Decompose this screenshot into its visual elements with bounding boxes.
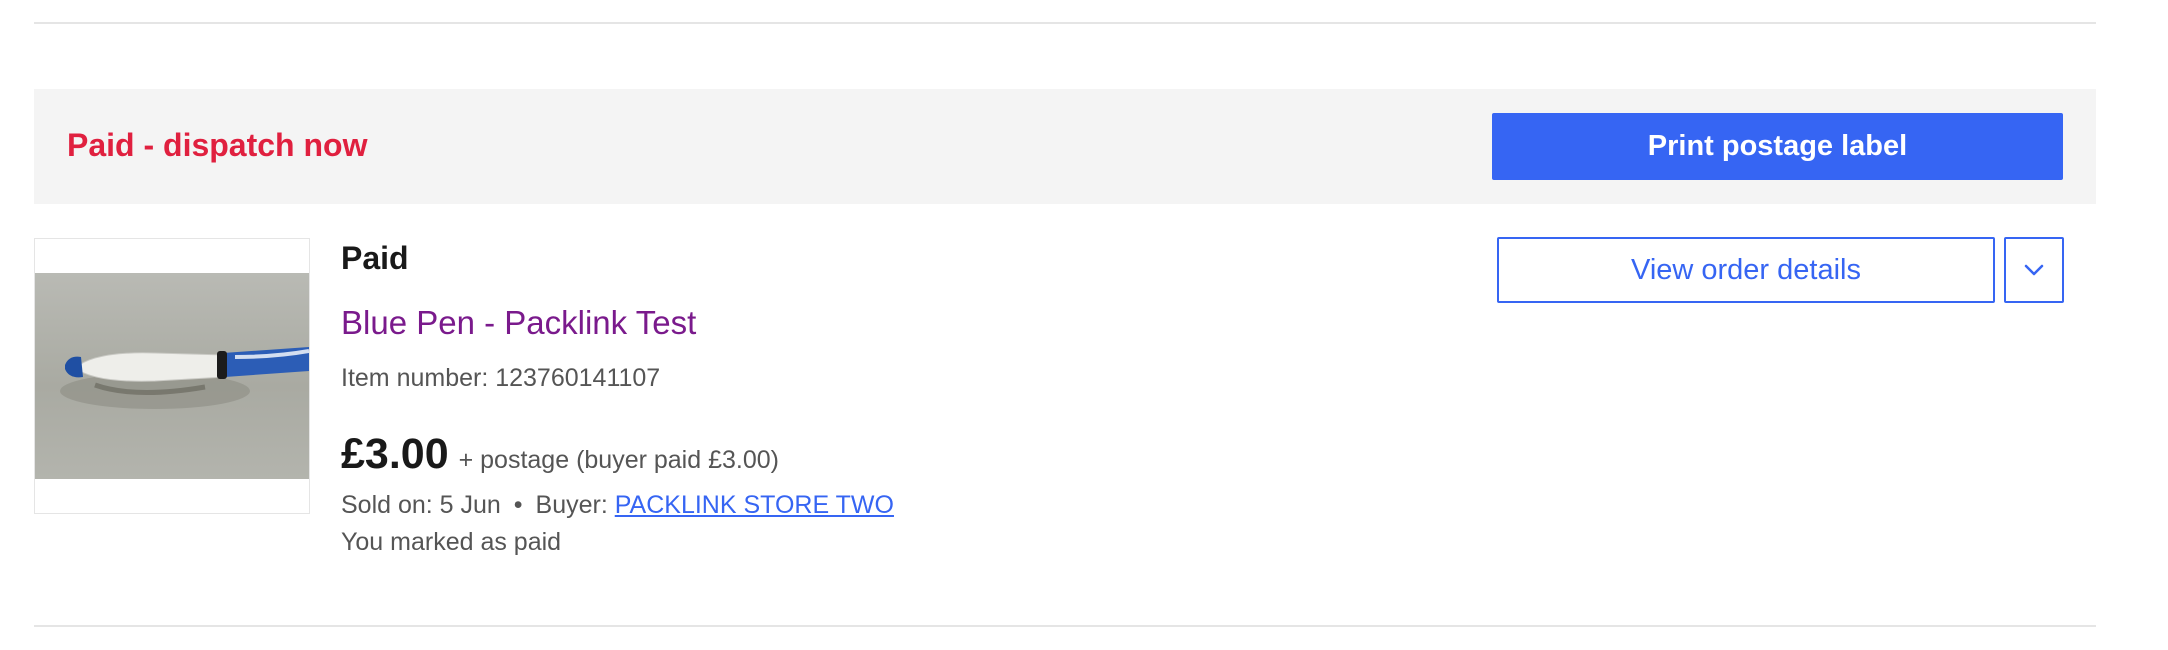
dispatch-status-text: Paid - dispatch now xyxy=(67,127,368,163)
more-actions-button[interactable] xyxy=(2004,237,2064,303)
blue-pen-photo xyxy=(35,273,309,479)
item-price: £3.00 xyxy=(341,430,449,478)
buyer-label: Buyer: xyxy=(535,491,608,519)
chevron-down-icon xyxy=(2024,264,2044,276)
buyer-name-link[interactable]: PACKLINK STORE TWO xyxy=(615,491,894,519)
sold-info-line: Sold on: 5 Jun • Buyer: PACKLINK STORE T… xyxy=(341,491,894,520)
blue-pen-illustration xyxy=(60,347,309,409)
print-postage-label-button[interactable]: Print postage label xyxy=(1492,113,2063,180)
postage-info: + postage (buyer paid £3.00) xyxy=(458,446,779,474)
item-payment-status: Paid xyxy=(341,240,409,276)
bottom-divider xyxy=(34,625,2096,627)
view-order-details-button[interactable]: View order details xyxy=(1497,237,1995,303)
sold-date: Sold on: 5 Jun xyxy=(341,491,501,519)
separator-dot: • xyxy=(513,491,523,519)
top-divider xyxy=(34,22,2096,24)
item-thumbnail[interactable] xyxy=(34,238,310,514)
order-status-bar: Paid - dispatch now Print postage label xyxy=(34,89,2096,204)
payment-note: You marked as paid xyxy=(341,528,562,556)
item-title-link[interactable]: Blue Pen - Packlink Test xyxy=(341,304,696,342)
price-line: £3.00 + postage (buyer paid £3.00) xyxy=(341,430,779,479)
item-number: Item number: 123760141107 xyxy=(341,364,661,392)
